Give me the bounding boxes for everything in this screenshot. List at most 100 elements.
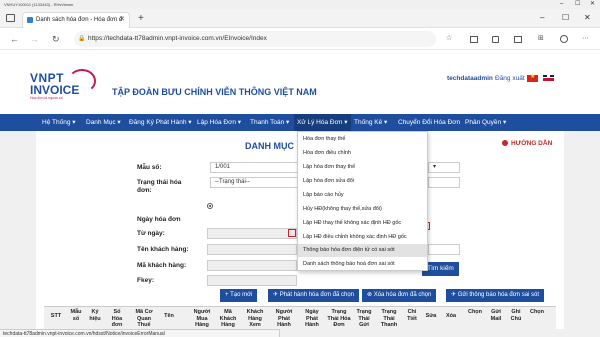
dd-lap-hd-dieu-chinh-khong-xac-dinh[interactable]: Lập HĐ điều chỉnh không xác định HĐ gốc: [298, 231, 427, 244]
fkey-input[interactable]: [207, 275, 297, 286]
mau-so-label: Mẫu số:: [137, 164, 162, 171]
th-chon: Chọn: [467, 309, 483, 315]
th-stt: STT: [50, 313, 62, 319]
dd-hoa-don-thay-the[interactable]: Hóa đơn thay thế: [298, 133, 427, 146]
page-bottom-area: [280, 329, 600, 337]
forward-icon[interactable]: →: [30, 32, 39, 46]
menu-xu-ly-hoa-don[interactable]: Xử Lý Hóa Đơn ▾: [294, 114, 351, 131]
th-chi-tiet: Chi Tiết: [407, 309, 417, 322]
send-error-notice-button[interactable]: ✈ Gửi thông báo hóa đơn sai sót: [446, 289, 545, 302]
lock-icon: 🔒: [78, 36, 86, 42]
menu-thanh-toan[interactable]: Thanh Toán ▾: [250, 114, 289, 131]
page-margin-right: [564, 131, 600, 329]
ma-khach-hang-input[interactable]: [207, 260, 297, 271]
th-mau-so: Mẫu số: [70, 309, 82, 322]
tu-ngay-label: Từ ngày:: [137, 230, 165, 237]
help-link-label: HƯỚNG DẪN: [511, 140, 553, 147]
dd-lap-bao-cao-huy[interactable]: Lập báo cáo hủy: [298, 189, 427, 202]
publish-selected-button[interactable]: ✈ Phát hành hóa đơn đã chọn: [268, 289, 360, 302]
th-ngay-phat-hanh: Ngày Phát Hành: [305, 309, 319, 328]
menu-he-thong[interactable]: Hệ Thống ▾: [42, 114, 76, 131]
minimize-icon[interactable]: –: [560, 0, 563, 9]
invoice-table-header: STT Mẫu số Ký hiệu Số Hóa đơn Mã Cơ Quan…: [44, 306, 556, 335]
tab-title: Danh sách hóa đơn - Hóa đơn đ: [36, 17, 123, 23]
th-ma-khach-hang: Mã Khách Hàng: [219, 309, 237, 328]
th-so-hoa-don: Số Hóa đơn: [111, 309, 123, 328]
th-nguoi-mua-hang: Người Mua Hàng: [193, 309, 211, 328]
browser-maximize-icon[interactable]: ☐: [562, 11, 569, 25]
url-input[interactable]: 🔒 https://techdata-tt78admin.vnpt-invoic…: [74, 31, 436, 47]
mau-so-select[interactable]: 1/001: [210, 162, 298, 173]
profile-icon[interactable]: [560, 35, 568, 43]
mau-so-select-arrow[interactable]: ▾: [428, 162, 460, 173]
browser-close-icon[interactable]: ✕: [584, 11, 591, 25]
browser-tab[interactable]: Danh sách hóa đơn - Hóa đơn đ ✕: [22, 12, 130, 28]
ten-khach-hang-input[interactable]: [207, 244, 297, 255]
window-titlebar: VNHUY100011 (1133443) - RHsViewer – ☐ ✕: [0, 0, 600, 9]
url-text: https://techdata-tt78admin.vnpt-invoice.…: [88, 35, 267, 42]
trang-thai-label: Trạng thái hóa đơn:: [137, 179, 182, 194]
logo-swirl-icon: [68, 69, 96, 93]
vietnam-flag-icon[interactable]: [527, 73, 538, 82]
th-ky-hieu: Ký hiệu: [89, 309, 101, 322]
menu-lap-hoa-don[interactable]: Lập Hóa Đơn ▾: [197, 114, 241, 131]
browser-minimize-icon[interactable]: –: [540, 11, 544, 25]
date-filter-radio[interactable]: [207, 203, 213, 209]
close-window-icon[interactable]: ✕: [590, 0, 595, 9]
tu-ngay-calendar-icon[interactable]: [288, 229, 296, 237]
dd-lap-hd-thay-the-khong-xac-dinh[interactable]: Lập HĐ thay thế không xác định HĐ gốc: [298, 217, 427, 230]
address-bar-row: ← → ↻ 🔒 https://techdata-tt78admin.vnpt-…: [0, 28, 600, 50]
maximize-icon[interactable]: ☐: [575, 0, 580, 9]
favorite-star-icon[interactable]: ☆: [446, 33, 452, 45]
th-gui-mail: Gửi Mail: [490, 309, 502, 322]
th-xoa: Xóa: [445, 313, 457, 319]
th-chon-all: Chọn: [529, 309, 545, 315]
vnpt-invoice-logo[interactable]: VNPT INVOICE Hóa đơn là nguồn số: [30, 69, 100, 110]
dd-danh-sach-thong-bao[interactable]: Danh sách thông báo hoá đơn sai sót: [298, 258, 427, 271]
fkey-label: Fkey:: [137, 277, 154, 284]
th-trang-thai-hoa-don: Trạng Thái Hóa Đơn: [327, 309, 351, 328]
more-menu-icon[interactable]: ⋯: [582, 33, 589, 45]
th-ten: Tên: [164, 313, 174, 319]
trang-thai-select[interactable]: --Trạng thái--: [210, 177, 298, 188]
main-menu: Hệ Thống ▾ Danh Mục ▾ Đăng Ký Phát Hành …: [0, 114, 600, 131]
dd-thong-bao-sai-sot[interactable]: Thông báo hóa đơn điện tử có sai sót: [298, 244, 427, 257]
xu-ly-hoa-don-dropdown: Hóa đơn thay thế Hóa đơn điều chỉnh Lập …: [297, 131, 428, 271]
back-icon[interactable]: ←: [10, 32, 19, 46]
menu-chuyen-doi-hoa-don[interactable]: Chuyển Đổi Hóa Đơn: [398, 114, 460, 131]
menu-phan-quyen[interactable]: Phân Quyền ▾: [465, 114, 506, 131]
delete-selected-button[interactable]: ⊗ Xóa hóa đơn đã chọn: [362, 289, 437, 302]
extensions-icon[interactable]: [492, 36, 499, 43]
collections-icon[interactable]: [470, 36, 478, 43]
dd-huy-hd[interactable]: Hủy HĐ(không thay thế,sửa đổi): [298, 203, 427, 216]
browser-tab-strip: Danh sách hóa đơn - Hóa đơn đ ✕ + – ☐ ✕: [0, 9, 600, 28]
window-title: VNHUY100011 (1133443) - RHsViewer: [4, 2, 74, 7]
company-name: TẬP ĐOÀN BƯU CHÍNH VIỄN THÔNG VIỆT NAM: [112, 87, 317, 97]
menu-danh-muc[interactable]: Danh Mục ▾: [86, 114, 121, 131]
split-screen-icon[interactable]: [514, 36, 522, 43]
menu-thong-ke[interactable]: Thống Kê ▾: [354, 114, 387, 131]
reload-icon[interactable]: ↻: [52, 32, 60, 46]
logout-link[interactable]: Đăng xuất: [495, 75, 525, 82]
tab-close-icon[interactable]: ✕: [119, 13, 125, 27]
create-new-button[interactable]: + Tạo mới: [220, 289, 258, 302]
trang-thai-extra-field[interactable]: [428, 177, 460, 188]
dd-lap-hoa-don-sua-doi[interactable]: Lập hóa đơn sửa đổi: [298, 175, 427, 188]
tu-ngay-input[interactable]: [207, 228, 297, 239]
th-ghi-chu: Ghi Chú: [510, 309, 522, 322]
favorites-icon[interactable]: ⊞: [538, 33, 544, 45]
tab-actions-icon[interactable]: [6, 14, 15, 22]
ngay-hoa-don-label: Ngày hóa đơn: [137, 216, 181, 223]
page-margin-left: [0, 131, 36, 329]
menu-dang-ky-phat-hanh[interactable]: Đăng Ký Phát Hành ▾: [129, 114, 192, 131]
ten-khach-hang-extra[interactable]: [428, 244, 460, 255]
dd-hoa-don-dieu-chinh[interactable]: Hóa đơn điều chỉnh: [298, 147, 427, 160]
favicon-icon: [27, 17, 33, 23]
dd-lap-hoa-don-thay-the[interactable]: Lập hóa đơn thay thế: [298, 161, 427, 174]
ma-khach-hang-label: Mã khách hàng:: [137, 262, 187, 269]
help-link[interactable]: HƯỚNG DẪN: [502, 140, 552, 147]
help-icon: [502, 140, 508, 146]
new-tab-button[interactable]: +: [138, 12, 144, 26]
username-link[interactable]: techdataadmin: [447, 75, 493, 82]
uk-flag-icon[interactable]: [543, 75, 554, 82]
